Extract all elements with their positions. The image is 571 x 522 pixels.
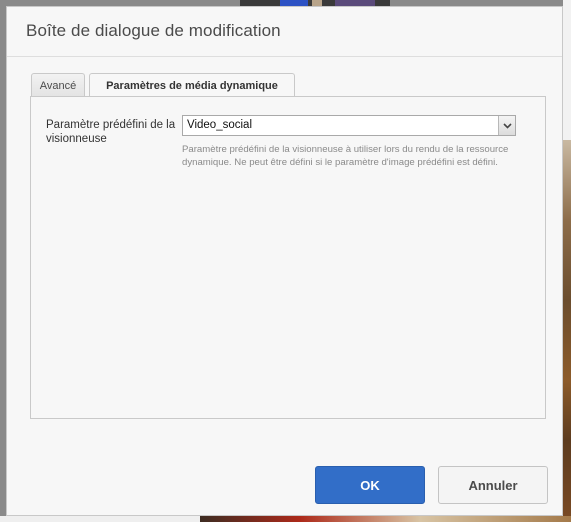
chevron-down-icon[interactable] bbox=[498, 116, 515, 135]
cancel-button[interactable]: Annuler bbox=[438, 466, 548, 504]
tab-panel: Paramètre prédéfini de la visionneuse Vi… bbox=[30, 96, 546, 419]
viewer-preset-label: Paramètre prédéfini de la visionneuse bbox=[46, 119, 176, 145]
ok-button[interactable]: OK bbox=[315, 466, 425, 504]
background-fragment-bottom bbox=[0, 516, 571, 522]
tab-advanced[interactable]: Avancé bbox=[31, 73, 85, 97]
viewer-preset-value: Video_social bbox=[187, 119, 253, 131]
viewer-preset-select[interactable]: Video_social bbox=[182, 115, 516, 136]
background-fragment-right bbox=[563, 0, 571, 522]
viewer-preset-help-text: Paramètre prédéfini de la visionneuse à … bbox=[182, 144, 509, 168]
dialog-title: Boîte de dialogue de modification bbox=[26, 21, 281, 40]
edit-dialog: Boîte de dialogue de modification Avancé… bbox=[6, 6, 563, 516]
tab-dynamic-media-settings[interactable]: Paramètres de média dynamique bbox=[89, 73, 295, 98]
dialog-header: Boîte de dialogue de modification bbox=[7, 7, 562, 57]
